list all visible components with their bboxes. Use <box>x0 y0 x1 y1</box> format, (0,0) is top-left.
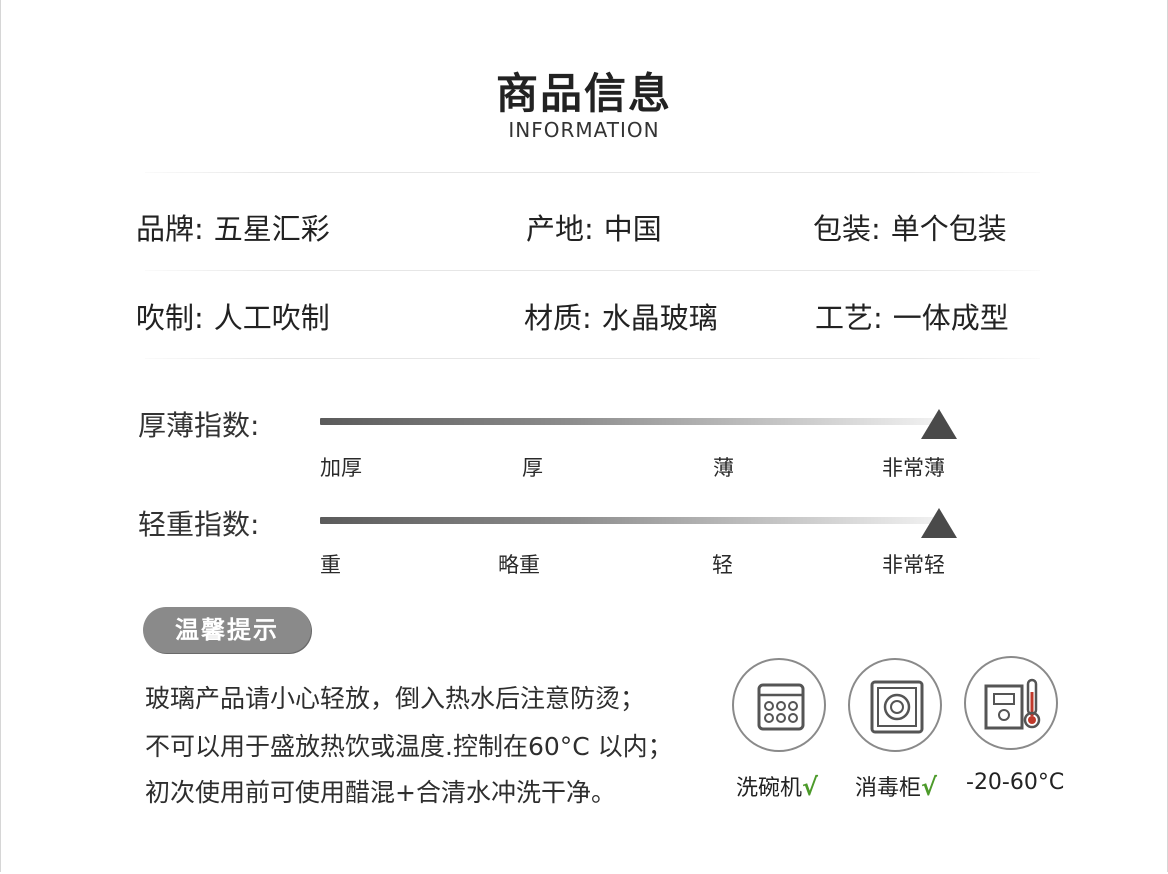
care-label: 洗碗机 <box>736 776 803 801</box>
divider <box>145 270 1040 271</box>
weight-tick: 重 <box>320 553 341 577</box>
thickness-marker-icon <box>921 409 957 439</box>
thickness-scale-label: 厚薄指数: <box>138 409 260 442</box>
weight-tick: 非常轻 <box>882 553 945 577</box>
spec-value: 人工吹制 <box>213 301 330 335</box>
weight-scale-label: 轻重指数: <box>138 508 260 541</box>
divider <box>145 172 1040 173</box>
spec-label: 吹制: <box>136 301 204 335</box>
thickness-tick: 薄 <box>713 456 734 480</box>
spec-label: 产地: <box>526 212 594 246</box>
spec-label: 品牌: <box>136 212 204 246</box>
weight-tick: 轻 <box>712 553 733 577</box>
spec-packaging: 包装: 单个包装 <box>813 206 1007 248</box>
care-temperature: -20-60°C <box>966 770 1064 795</box>
tip-line: 不可以用于盛放热饮或温度.控制在60°C 以内； <box>145 732 673 761</box>
check-icon: √ <box>921 773 938 801</box>
thermometer-icon <box>964 656 1058 750</box>
page-title: 商品信息 <box>495 69 672 118</box>
spec-value: 一体成型 <box>892 301 1009 335</box>
divider <box>145 358 1040 359</box>
weight-marker-icon <box>921 508 957 538</box>
thickness-scale-bar <box>320 418 940 425</box>
care-sterilizer: 消毒柜√ <box>855 770 937 802</box>
check-icon: √ <box>802 773 819 801</box>
weight-tick: 略重 <box>498 553 540 577</box>
spec-blowing: 吹制: 人工吹制 <box>136 295 330 337</box>
spec-value: 单个包装 <box>890 212 1007 246</box>
tips-badge: 温馨提示 <box>143 607 311 653</box>
thickness-tick: 厚 <box>522 456 543 480</box>
sterilizer-icon <box>848 658 942 752</box>
page-subtitle: INFORMATION <box>508 118 660 142</box>
thickness-tick: 加厚 <box>320 456 362 480</box>
thickness-tick: 非常薄 <box>882 456 945 480</box>
care-dishwasher: 洗碗机√ <box>736 770 818 802</box>
tip-line: 初次使用前可使用醋混+合清水冲洗干净。 <box>145 778 616 807</box>
spec-label: 材质: <box>524 301 592 335</box>
spec-craft: 工艺: 一体成型 <box>815 295 1009 337</box>
spec-origin: 产地: 中国 <box>526 206 662 248</box>
spec-label: 工艺: <box>815 301 883 335</box>
care-label: -20-60°C <box>966 770 1065 795</box>
spec-value: 五星汇彩 <box>213 212 330 246</box>
care-label: 消毒柜 <box>855 776 922 801</box>
spec-label: 包装: <box>813 212 881 246</box>
dishwasher-icon <box>732 658 826 752</box>
weight-scale-bar <box>320 517 940 524</box>
spec-value: 水晶玻璃 <box>601 301 718 335</box>
spec-value: 中国 <box>603 212 662 246</box>
tip-line: 玻璃产品请小心轻放，倒入热水后注意防烫； <box>145 684 646 713</box>
spec-material: 材质: 水晶玻璃 <box>524 295 718 337</box>
spec-brand: 品牌: 五星汇彩 <box>136 206 330 248</box>
